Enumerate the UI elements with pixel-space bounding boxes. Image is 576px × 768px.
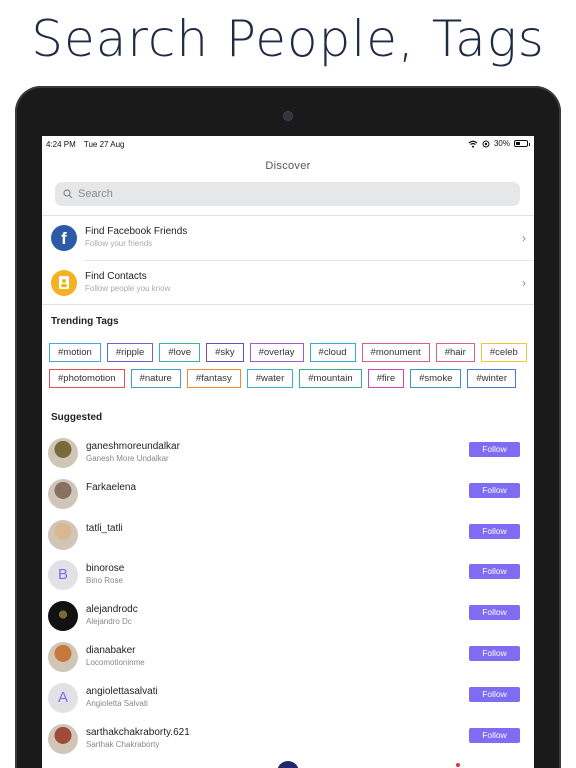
username: sarthakchakraborty.621 <box>86 726 190 738</box>
username: alejandrodc <box>86 604 138 616</box>
tags-row: #photomotion #nature #fantasy #water #mounta… <box>49 369 516 388</box>
tag-chip[interactable]: #nature <box>130 369 181 388</box>
follow-button[interactable]: Follow <box>469 646 520 661</box>
tag-chip[interactable]: #mountain <box>299 369 362 388</box>
find-facebook-friends-row[interactable]: f Find Facebook Friends Follow your frie… <box>42 216 534 260</box>
tag-chip[interactable]: #winter <box>467 369 516 388</box>
suggested-user-row[interactable]: sarthakchakraborty.621 Sarthak Chakrabort… <box>42 719 534 759</box>
user-full-name: Angioletta Salvati <box>86 698 148 708</box>
user-full-name: Sarthak Chakraborty <box>86 739 160 749</box>
chevron-right-icon: › <box>522 276 526 290</box>
battery-icon <box>514 140 530 147</box>
menu-item-subtitle: Follow your friends <box>85 239 153 248</box>
tag-chip[interactable]: #overlay <box>249 343 304 362</box>
menu-item-subtitle: Follow people you know <box>85 284 171 293</box>
tag-chip[interactable]: #fantasy <box>186 369 241 388</box>
username: dianabaker <box>86 645 136 656</box>
username: tatli_tatli <box>86 522 123 534</box>
avatar[interactable] <box>48 478 78 509</box>
status-date: Tue 27 Aug <box>83 140 125 149</box>
status-bar: 4:24 PM Tue 27 Aug 30% <box>42 136 534 152</box>
avatar[interactable]: A <box>48 682 78 713</box>
suggested-user-row[interactable]: alejandrodc Alejandro Dc Follow <box>42 596 534 636</box>
tag-chip[interactable]: #cloud <box>309 343 356 362</box>
follow-button[interactable]: Follow <box>469 523 520 539</box>
divider <box>42 304 534 305</box>
search-icon <box>63 189 73 199</box>
page-title: Discover <box>265 160 311 172</box>
tag-chip[interactable]: #sky <box>206 343 244 362</box>
username: binorose <box>86 563 125 575</box>
user-full-name: Ganesh More Undalkar <box>86 454 169 463</box>
wifi-icon <box>468 140 478 148</box>
tab-profile-icon[interactable] <box>277 761 299 768</box>
tab-notifications-icon[interactable] <box>456 763 460 767</box>
user-full-name: Alejandro Dc <box>86 617 132 627</box>
follow-button[interactable]: Follow <box>469 686 520 702</box>
follow-button[interactable]: Follow <box>469 727 520 743</box>
trending-tags-heading: Trending Tags <box>51 316 119 327</box>
avatar[interactable] <box>48 723 78 754</box>
follow-button[interactable]: Follow <box>469 564 520 580</box>
suggested-user-row[interactable]: Aangiolettasalvati Angioletta Salvati Foll… <box>42 678 534 718</box>
camera-icon <box>284 112 292 120</box>
avatar[interactable] <box>48 519 78 550</box>
contacts-icon <box>51 270 77 296</box>
avatar[interactable] <box>48 642 78 672</box>
tag-chip[interactable]: #smoke <box>410 369 462 388</box>
search-input[interactable] <box>78 188 478 200</box>
menu-item-title: Find Facebook Friends <box>85 226 188 237</box>
tag-chip[interactable]: #monument <box>361 343 430 362</box>
tag-chip[interactable]: #hair <box>435 343 475 362</box>
user-full-name: Bino Rose <box>86 576 123 586</box>
tag-chip[interactable]: #water <box>246 369 294 388</box>
suggested-user-row[interactable]: ganeshmoreundalkar Ganesh More Undalkar Fo… <box>42 433 534 473</box>
username: angiolettasalvati <box>86 685 158 697</box>
tag-chip[interactable]: #celeb <box>480 343 527 362</box>
chevron-right-icon: › <box>522 231 526 245</box>
location-lock-icon <box>482 140 490 147</box>
avatar[interactable]: B <box>48 560 78 591</box>
suggested-heading: Suggested <box>51 412 103 423</box>
facebook-icon: f <box>51 225 77 251</box>
follow-button[interactable]: Follow <box>469 442 520 457</box>
tag-chip[interactable]: #love <box>159 343 201 362</box>
headline: Search People, Tags <box>31 10 545 68</box>
suggested-user-row[interactable]: Bbinorose Bino Rose Follow <box>42 555 534 595</box>
suggested-user-row[interactable]: Farkaelena Follow <box>42 474 534 514</box>
menu-item-title: Find Contacts <box>85 271 147 282</box>
follow-button[interactable]: Follow <box>469 605 520 621</box>
suggested-user-row[interactable]: dianabaker Locomotioninme Follow <box>42 637 534 677</box>
suggested-user-row[interactable]: tatli_tatli Follow <box>42 515 534 555</box>
app-screen: 4:24 PM Tue 27 Aug 30% Discover f F <box>42 136 534 768</box>
find-contacts-row[interactable]: Find Contacts Follow people you know › <box>42 261 534 305</box>
tags-row: #motion #ripple #love #sky #overlay #cloud #mo… <box>49 343 527 362</box>
username: Farkaelena <box>86 481 137 493</box>
username: ganeshmoreundalkar <box>86 441 180 452</box>
tag-chip[interactable]: #ripple <box>106 343 154 362</box>
avatar[interactable] <box>48 601 78 632</box>
tag-chip[interactable]: #photomotion <box>49 369 125 388</box>
follow-button[interactable]: Follow <box>469 482 520 498</box>
status-time: 4:24 PM <box>46 140 76 149</box>
user-full-name: Locomotioninme <box>86 658 145 667</box>
avatar[interactable] <box>48 438 78 468</box>
search-bar[interactable] <box>55 182 520 206</box>
tag-chip[interactable]: #motion <box>49 343 101 362</box>
battery-percent: 30% <box>493 139 510 148</box>
tag-chip[interactable]: #fire <box>367 369 405 388</box>
